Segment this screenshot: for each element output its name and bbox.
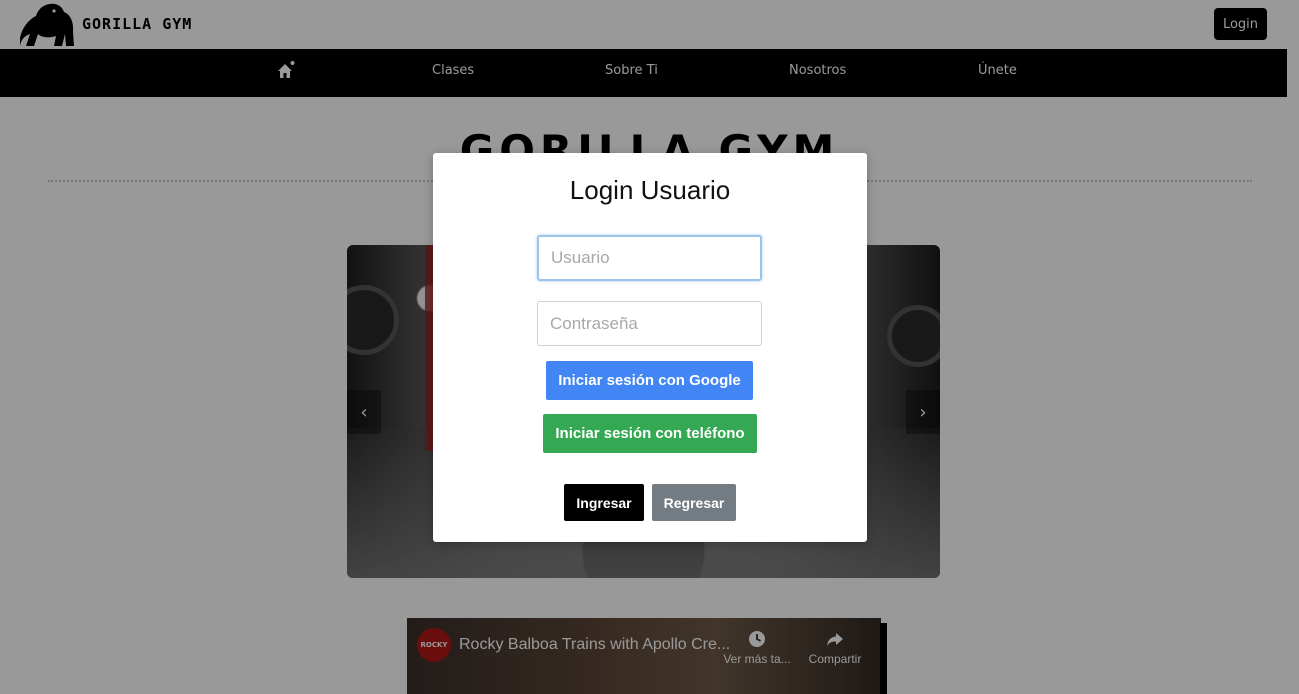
- login-modal: Login Usuario Iniciar sesión con Google …: [433, 153, 867, 542]
- phone-login-button[interactable]: Iniciar sesión con teléfono: [543, 414, 757, 453]
- username-input[interactable]: [537, 235, 762, 281]
- password-input[interactable]: [537, 301, 762, 346]
- modal-title: Login Usuario: [569, 175, 731, 205]
- back-button[interactable]: Regresar: [652, 484, 736, 521]
- google-login-button[interactable]: Iniciar sesión con Google: [546, 361, 753, 400]
- submit-button[interactable]: Ingresar: [564, 484, 644, 521]
